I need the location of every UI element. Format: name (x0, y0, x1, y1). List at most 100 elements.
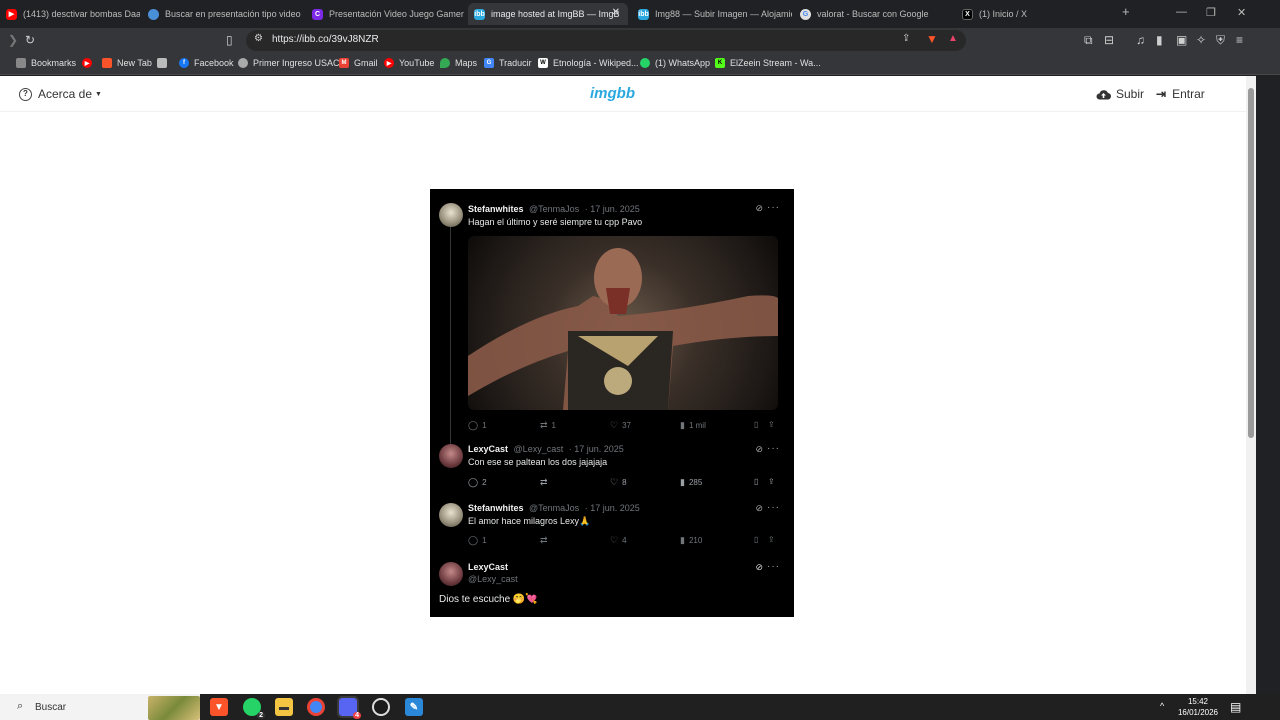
minimize-icon[interactable]: — (1176, 6, 1187, 18)
grok-icon: ⊘ (755, 444, 763, 454)
bookmark-translate[interactable]: G Traducir (484, 58, 532, 68)
avatar (439, 203, 463, 227)
upload-button[interactable]: Subir (1096, 87, 1144, 101)
whatsapp-taskbar-icon[interactable]: 2 (243, 698, 265, 719)
reply-icon: ◯ (468, 420, 479, 430)
tab-youtube[interactable]: ▶ (1413) desctivar bombas Daarick co (0, 3, 140, 25)
wikipedia-icon: W (538, 58, 548, 68)
tweet-3: Stefanwhites @TenmaJos · 17 jun. 2025 ⊘ … (430, 500, 794, 556)
bookmark-youtube-short[interactable]: ▶ (82, 58, 97, 68)
bookmark-label: Facebook (194, 58, 234, 68)
tweet-media (468, 236, 778, 410)
system-clock[interactable]: 15:42 16/01/2026 (1168, 696, 1228, 718)
tray-chevron-icon[interactable]: ^ (1160, 701, 1164, 711)
like-count: ♡ 37 (610, 420, 631, 430)
sign-in-icon: ⇥ (1156, 87, 1167, 101)
login-button[interactable]: ⇥ Entrar (1156, 87, 1205, 101)
brave-icon (102, 58, 112, 68)
file-explorer-icon[interactable]: ▬ (275, 698, 293, 716)
bookmark-wikipedia[interactable]: W Etnología - Wikiped... (538, 58, 639, 68)
close-tab-icon[interactable]: ✕ (612, 7, 620, 18)
tab-x[interactable]: X (1) Inicio / X (956, 3, 1106, 25)
scrollbar-thumb[interactable] (1248, 88, 1254, 438)
tab-imgbb-upload[interactable]: ibb Img88 — Subir Imagen — Alojamien (632, 3, 792, 25)
search-icon: ⌕ (17, 700, 24, 712)
tweet-text: Hagan el último y seré siempre tu cpp Pa… (468, 217, 643, 227)
brave-taskbar-icon[interactable]: ▼ (210, 698, 228, 716)
tab-search-icon[interactable]: ⊟ (1104, 33, 1114, 47)
author-handle: @TenmaJos (529, 204, 580, 214)
bookmark-page[interactable] (157, 58, 172, 68)
youtube-icon: ▶ (82, 58, 92, 68)
imgbb-logo[interactable]: imgbb (590, 85, 635, 102)
wallet-icon[interactable]: ▣ (1176, 33, 1187, 47)
tab-search-presentation[interactable]: Buscar en presentación tipo video - (142, 3, 302, 25)
brave-rewards-icon[interactable]: ▲ (948, 33, 958, 44)
search-highlight-image (148, 696, 200, 720)
youtube-icon: ▶ (6, 8, 17, 20)
more-icon: ··· (767, 202, 780, 213)
tweet-author: LexyCast @Lexy_cast · 17 jun. 2025 (468, 444, 624, 454)
restore-icon[interactable]: ❐ (1206, 6, 1216, 19)
bookmark-youtube[interactable]: ▶ YouTube (384, 58, 434, 68)
tab-canva[interactable]: C Presentación Video Juego Gamer Vi (306, 3, 466, 25)
bookmark-label: Maps (455, 58, 478, 68)
app-taskbar-icon[interactable] (372, 698, 390, 716)
bookmark-kick[interactable]: K ElZeein Stream - Wa... (715, 58, 821, 68)
bookmark-usac[interactable]: Primer Ingreso USAC (238, 58, 340, 68)
media-icon[interactable]: ♫ (1136, 33, 1145, 47)
share-icon[interactable]: ⇪ (902, 33, 910, 44)
reload-icon[interactable]: ↻ (25, 33, 35, 47)
view-count: ▮ 210 (680, 535, 703, 545)
more-icon: ··· (767, 502, 780, 513)
bookmark-page-icon[interactable]: ▯ (226, 33, 233, 47)
bookmark-gmail[interactable]: M Gmail (339, 58, 378, 68)
retweet-icon: ⇄ (540, 535, 548, 545)
close-window-icon[interactable]: ✕ (1237, 6, 1246, 19)
bookmark-whatsapp[interactable]: (1) WhatsApp (640, 58, 710, 68)
tweet-stats: ◯ 1 ⇄ ♡ 4 ▮ 210 ▯ ⇪ (468, 535, 778, 547)
back-icon[interactable]: ❯ (8, 33, 18, 47)
new-tab-icon[interactable]: + (1122, 4, 1130, 19)
site-settings-icon[interactable]: ⚙ (254, 33, 263, 44)
author-name: Stefanwhites (468, 204, 524, 214)
heart-icon: ♡ (610, 420, 619, 430)
tab-title: (1413) desctivar bombas Daarick co (23, 9, 140, 19)
heart-icon: ♡ (610, 477, 619, 487)
bookmark-facebook[interactable]: f Facebook (179, 58, 234, 68)
share-tweet-icon: ⇪ (768, 420, 775, 429)
about-menu[interactable]: ? Acerca de ▼ (19, 87, 102, 101)
avatar (439, 444, 463, 468)
bookmark-bookmarks[interactable]: Bookmarks (16, 58, 76, 68)
taskbar-search[interactable]: ⌕ Buscar (0, 694, 200, 720)
leo-ai-icon[interactable]: ✧ (1196, 33, 1206, 47)
sidebar-icon[interactable]: ▮ (1156, 33, 1163, 47)
address-bar[interactable]: ⚙ https://ibb.co/39vJ8NZR ⇪ ▼ ▲ (246, 30, 966, 51)
chrome-taskbar-icon[interactable] (307, 698, 325, 716)
hosted-image[interactable]: Stefanwhites @TenmaJos · 17 jun. 2025 ⊘ … (430, 189, 794, 617)
tweet-4: LexyCast @Lexy_cast ⊘ ··· Dios te escuch… (430, 559, 794, 617)
retweet-count: ⇄ 1 (540, 420, 556, 430)
discord-taskbar-icon[interactable]: 4 (337, 696, 361, 719)
bookmark-maps[interactable]: Maps (440, 58, 477, 68)
paint-taskbar-icon[interactable]: ✎ (405, 698, 423, 716)
views-icon: ▮ (680, 477, 685, 487)
tweet-date: · 17 jun. 2025 (568, 444, 624, 454)
menu-icon[interactable]: ≡ (1236, 33, 1243, 47)
tab-title: Buscar en presentación tipo video - (165, 9, 302, 19)
bookmark-new-tab[interactable]: New Tab (102, 58, 152, 68)
notifications-icon[interactable]: ▤ (1230, 700, 1241, 714)
tab-imgbb-active[interactable]: ibb image hosted at ImgBB — ImgB ✕ (468, 3, 628, 25)
tab-google[interactable]: G valorat - Buscar con Google (794, 3, 954, 25)
reply-count: ◯ 1 (468, 420, 487, 430)
page-scrollbar[interactable] (1246, 76, 1256, 694)
more-icon: ··· (767, 443, 780, 454)
extensions-icon[interactable]: ⧉ (1084, 33, 1093, 48)
brave-shields-icon[interactable]: ▼ (926, 32, 938, 46)
bookmark-label: Bookmarks (31, 58, 77, 68)
retweet-icon: ⇄ (540, 420, 548, 430)
youtube-icon: ▶ (384, 58, 394, 68)
site-header: ? Acerca de ▼ imgbb Subir ⇥ Entrar (0, 76, 1246, 112)
vpn-icon[interactable]: ⛨ (1216, 33, 1225, 48)
tweet-text: Dios te escuche 🤭💘 (439, 594, 538, 605)
